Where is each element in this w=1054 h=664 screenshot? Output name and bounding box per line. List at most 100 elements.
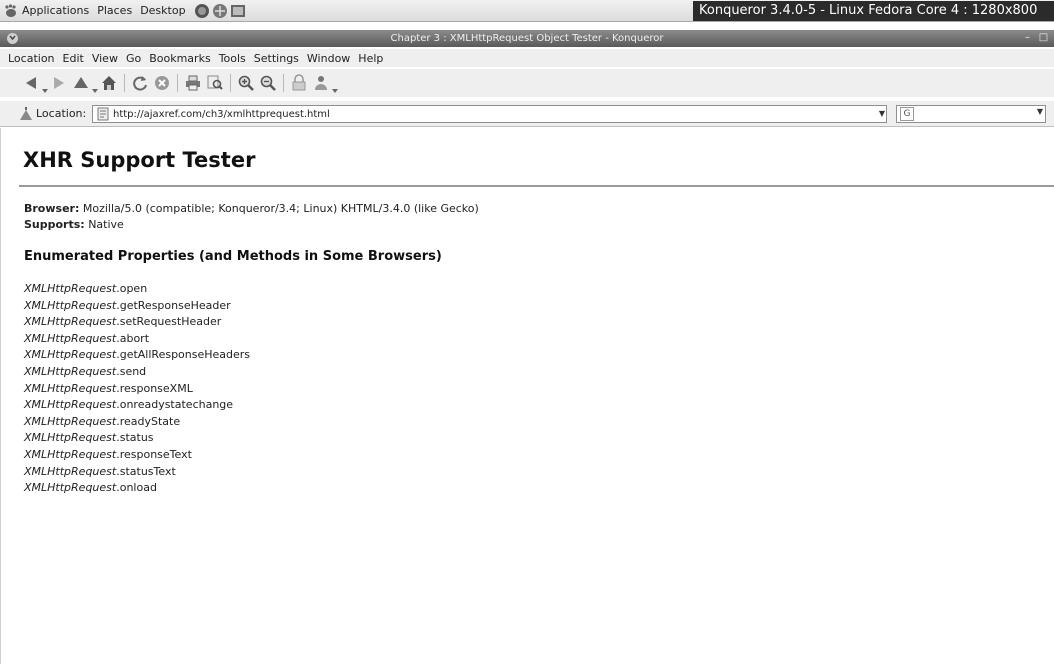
window-title: Chapter 3 : XMLHttpRequest Object Tester… bbox=[390, 33, 664, 44]
menu-view[interactable]: View bbox=[88, 52, 122, 65]
gnome-foot-icon bbox=[4, 3, 18, 18]
property-name: .responseXML bbox=[116, 381, 193, 395]
location-label: Location: bbox=[36, 107, 87, 120]
back-button[interactable] bbox=[20, 72, 42, 94]
property-name: .open bbox=[116, 282, 148, 295]
person-icon bbox=[315, 76, 327, 90]
menu-help[interactable]: Help bbox=[354, 52, 387, 65]
list-item: XMLHttpRequest.responseText bbox=[24, 447, 250, 464]
supports-label: Supports: bbox=[24, 218, 85, 231]
property-name: .statusText bbox=[116, 464, 176, 478]
list-item: XMLHttpRequest.responseXML bbox=[24, 381, 250, 398]
minimize-button[interactable]: – bbox=[1021, 32, 1034, 44]
menu-bookmarks[interactable]: Bookmarks bbox=[145, 52, 214, 65]
object-name: XMLHttpRequest bbox=[24, 481, 117, 495]
url-input[interactable] bbox=[113, 106, 886, 122]
section-heading: Enumerated Properties (and Methods in So… bbox=[24, 249, 442, 264]
forward-arrow-icon bbox=[54, 77, 64, 89]
reload-icon bbox=[133, 76, 147, 91]
toolbar-separator bbox=[230, 74, 231, 92]
list-item: XMLHttpRequest.onreadystatechange bbox=[24, 397, 250, 414]
back-arrow-icon bbox=[26, 77, 36, 89]
object-name: XMLHttpRequest bbox=[24, 431, 117, 445]
location-field[interactable] bbox=[92, 105, 887, 123]
panel-menu-places[interactable]: Places bbox=[93, 0, 136, 22]
browser-value: Mozilla/5.0 (compatible; Konqueror/3.4; … bbox=[79, 202, 479, 215]
user-agent-dropdown[interactable] bbox=[332, 72, 338, 94]
object-name: XMLHttpRequest bbox=[24, 414, 117, 428]
up-button[interactable] bbox=[70, 72, 92, 94]
list-item: XMLHttpRequest.getResponseHeader bbox=[24, 298, 250, 315]
maximize-button[interactable]: □ bbox=[1037, 32, 1050, 44]
property-name: .getResponseHeader bbox=[116, 298, 231, 312]
list-item: XMLHttpRequest.getAllResponseHeaders bbox=[24, 347, 250, 364]
desktop-top-panel: Applications Places Desktop Konqueror 3.… bbox=[0, 0, 1054, 22]
mail-launcher-icon[interactable] bbox=[212, 3, 228, 19]
supports-value: Native bbox=[84, 218, 124, 231]
search-engine-icon[interactable]: G bbox=[900, 107, 914, 121]
konqueror-app-icon[interactable] bbox=[6, 32, 19, 45]
panel-window-title: Konqueror 3.4.0-5 - Linux Fedora Core 4 … bbox=[693, 1, 1054, 21]
print-button[interactable] bbox=[182, 72, 204, 94]
menu-go[interactable]: Go bbox=[122, 52, 145, 65]
up-arrow-icon bbox=[74, 77, 88, 88]
user-agent-button[interactable] bbox=[310, 72, 332, 94]
property-name: .onload bbox=[116, 481, 157, 495]
property-list: XMLHttpRequest.open XMLHttpRequest.getRe… bbox=[24, 281, 250, 497]
panel-menu-desktop[interactable]: Desktop bbox=[136, 0, 189, 22]
menu-window[interactable]: Window bbox=[303, 52, 354, 65]
object-name: XMLHttpRequest bbox=[24, 464, 117, 478]
zoom-in-button[interactable] bbox=[235, 72, 257, 94]
property-name: .readyState bbox=[116, 414, 181, 428]
reload-button[interactable] bbox=[129, 72, 151, 94]
panel-menu-applications[interactable]: Applications bbox=[18, 0, 93, 22]
supports-info-line: Supports: Native bbox=[24, 218, 124, 231]
menu-edit[interactable]: Edit bbox=[59, 52, 88, 65]
object-name: XMLHttpRequest bbox=[24, 315, 117, 329]
title-divider bbox=[19, 185, 1054, 187]
home-button[interactable] bbox=[98, 72, 120, 94]
menu-bar: Location Edit View Go Bookmarks Tools Se… bbox=[0, 49, 1054, 67]
printer-icon bbox=[186, 75, 200, 91]
location-dropdown-arrow[interactable]: ▼ bbox=[876, 106, 888, 122]
property-name: .abort bbox=[116, 331, 150, 345]
property-name: .onreadystatechange bbox=[116, 398, 234, 412]
window-titlebar[interactable]: Chapter 3 : XMLHttpRequest Object Tester… bbox=[0, 30, 1054, 47]
list-item: XMLHttpRequest.status bbox=[24, 430, 250, 447]
object-name: XMLHttpRequest bbox=[24, 348, 117, 362]
search-dropdown-arrow[interactable]: ▼ bbox=[1037, 107, 1043, 116]
object-name: XMLHttpRequest bbox=[24, 298, 117, 312]
menu-tools[interactable]: Tools bbox=[215, 52, 250, 65]
zoom-out-icon bbox=[260, 75, 276, 91]
stop-icon bbox=[155, 76, 169, 90]
list-item: XMLHttpRequest.open bbox=[24, 281, 250, 298]
lock-icon bbox=[292, 74, 306, 91]
object-name: XMLHttpRequest bbox=[24, 381, 117, 395]
forward-button[interactable] bbox=[48, 72, 70, 94]
browser-launcher-icon[interactable] bbox=[194, 3, 210, 19]
search-field[interactable]: G ▼ bbox=[896, 105, 1046, 123]
find-button[interactable] bbox=[204, 72, 226, 94]
property-name: .getAllResponseHeaders bbox=[116, 348, 251, 362]
list-item: XMLHttpRequest.statusText bbox=[24, 464, 250, 481]
page-viewport[interactable]: XHR Support Tester Browser: Mozilla/5.0 … bbox=[0, 128, 1054, 664]
menu-settings[interactable]: Settings bbox=[250, 52, 303, 65]
clear-location-icon[interactable] bbox=[18, 106, 34, 122]
zoom-in-icon bbox=[238, 75, 254, 91]
location-toolbar: Location: ▼ G ▼ bbox=[0, 101, 1054, 127]
object-name: XMLHttpRequest bbox=[24, 331, 117, 345]
list-item: XMLHttpRequest.setRequestHeader bbox=[24, 314, 250, 331]
property-name: .responseText bbox=[116, 447, 192, 461]
browser-label: Browser: bbox=[24, 202, 80, 215]
browser-info-line: Browser: Mozilla/5.0 (compatible; Konque… bbox=[24, 202, 479, 215]
toolbar-separator bbox=[283, 74, 284, 92]
menu-location[interactable]: Location bbox=[4, 52, 59, 65]
property-name: .send bbox=[116, 364, 147, 378]
object-name: XMLHttpRequest bbox=[24, 364, 117, 378]
stop-button[interactable] bbox=[151, 72, 173, 94]
zoom-out-button[interactable] bbox=[257, 72, 279, 94]
object-name: XMLHttpRequest bbox=[24, 398, 117, 412]
object-name: XMLHttpRequest bbox=[24, 447, 117, 461]
security-button[interactable] bbox=[288, 72, 310, 94]
document-launcher-icon[interactable] bbox=[230, 3, 246, 19]
